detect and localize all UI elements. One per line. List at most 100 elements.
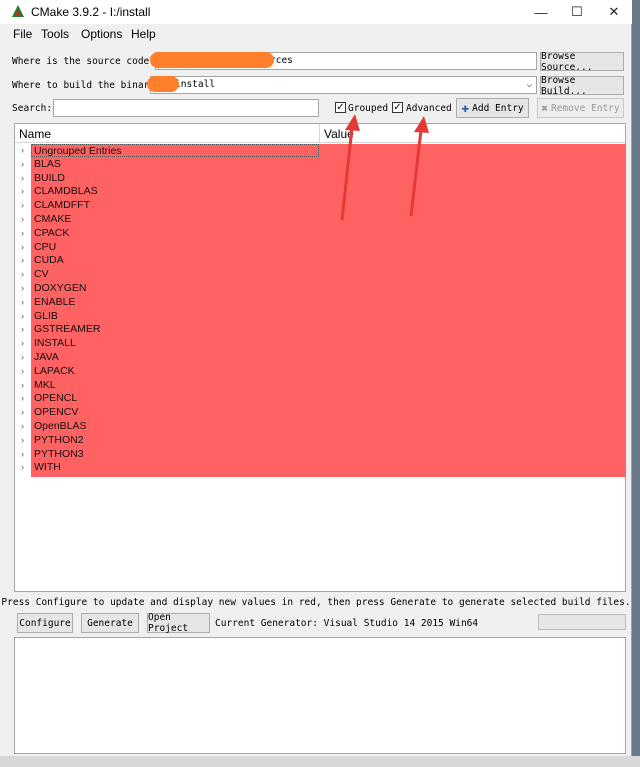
- column-name-header[interactable]: Name: [19, 127, 51, 141]
- tree-row[interactable]: › OpenBLAS: [15, 420, 625, 434]
- tree-row[interactable]: › CMAKE: [15, 213, 625, 227]
- remove-entry-label: Remove Entry: [550, 102, 620, 114]
- expand-chevron-icon[interactable]: ›: [21, 200, 24, 210]
- tree-row[interactable]: › OPENCV: [15, 406, 625, 420]
- expand-chevron-icon[interactable]: ›: [21, 393, 24, 403]
- tree-row[interactable]: › PYTHON3: [15, 448, 625, 462]
- remove-entry-button[interactable]: ✖ Remove Entry: [537, 98, 624, 118]
- expand-chevron-icon[interactable]: ›: [21, 173, 24, 183]
- tree-row-label: CMAKE: [34, 212, 72, 225]
- generate-button[interactable]: Generate: [81, 613, 139, 633]
- expand-chevron-icon[interactable]: ›: [21, 338, 24, 348]
- expand-chevron-icon[interactable]: ›: [21, 255, 24, 265]
- advanced-label: Advanced: [406, 103, 452, 114]
- tree-row[interactable]: › INSTALL: [15, 337, 625, 351]
- advanced-checkbox[interactable]: ✓: [392, 102, 403, 113]
- open-project-button[interactable]: Open Project: [147, 612, 210, 634]
- expand-chevron-icon[interactable]: ›: [21, 145, 24, 155]
- tree-row-label: ENABLE: [34, 295, 76, 308]
- build-path-combo[interactable]: install ⌵: [150, 76, 537, 94]
- title-bar: CMake 3.9.2 - I:/install — ☐ ✕: [0, 0, 632, 24]
- expand-chevron-icon[interactable]: ›: [21, 324, 24, 334]
- expand-chevron-icon[interactable]: ›: [21, 435, 24, 445]
- tree-row-label: LAPACK: [34, 364, 75, 377]
- tree-row[interactable]: › PYTHON2: [15, 434, 625, 448]
- menu-tools[interactable]: Tools: [41, 27, 69, 41]
- expand-chevron-icon[interactable]: ›: [21, 366, 24, 376]
- expand-chevron-icon[interactable]: ›: [21, 352, 24, 362]
- expand-chevron-icon[interactable]: ›: [21, 311, 24, 321]
- tree-row[interactable]: › Ungrouped Entries: [15, 144, 625, 158]
- expand-chevron-icon[interactable]: ›: [21, 380, 24, 390]
- tree-row-label: GSTREAMER: [34, 323, 101, 336]
- close-button[interactable]: ✕: [597, 0, 631, 24]
- tree-row-label: OPENCV: [34, 406, 79, 419]
- tree-row[interactable]: › BLAS: [15, 158, 625, 172]
- add-entry-button[interactable]: ✚ Add Entry: [456, 98, 529, 118]
- tree-row[interactable]: › CUDA: [15, 254, 625, 268]
- tree-row-label: OpenBLAS: [34, 419, 87, 432]
- search-input[interactable]: [53, 99, 319, 117]
- tree-row-label: OPENCL: [34, 392, 78, 405]
- expand-chevron-icon[interactable]: ›: [21, 407, 24, 417]
- tree-row[interactable]: › OPENCL: [15, 392, 625, 406]
- source-redaction: [150, 52, 274, 68]
- grouped-checkbox[interactable]: ✓: [335, 102, 346, 113]
- expand-chevron-icon[interactable]: ›: [21, 228, 24, 238]
- tree-row-label: MKL: [34, 378, 56, 391]
- expand-chevron-icon[interactable]: ›: [21, 269, 24, 279]
- build-path-value: install: [175, 79, 216, 90]
- tree-row[interactable]: › GLIB: [15, 310, 625, 324]
- tree-row[interactable]: › CV: [15, 268, 625, 282]
- tree-row[interactable]: › MKL: [15, 379, 625, 393]
- tree-row-label: CPU: [34, 240, 57, 253]
- expand-chevron-icon[interactable]: ›: [21, 297, 24, 307]
- tree-row-label: PYTHON2: [34, 433, 84, 446]
- menu-file[interactable]: File: [13, 27, 32, 41]
- tree-row-label: GLIB: [34, 309, 58, 322]
- expand-chevron-icon[interactable]: ›: [21, 283, 24, 293]
- tree-row[interactable]: › LAPACK: [15, 365, 625, 379]
- tree-row[interactable]: › BUILD: [15, 172, 625, 186]
- expand-chevron-icon[interactable]: ›: [21, 421, 24, 431]
- expand-chevron-icon[interactable]: ›: [21, 214, 24, 224]
- configure-button[interactable]: Configure: [17, 613, 73, 633]
- tree-row[interactable]: › WITH: [15, 461, 625, 475]
- tree-row-label: CPACK: [34, 226, 70, 239]
- tree-row[interactable]: › DOXYGEN: [15, 282, 625, 296]
- cache-tree[interactable]: Name Value › Ungrouped Entries › BLAS › BUILD…: [14, 123, 626, 592]
- cmake-window: CMake 3.9.2 - I:/install — ☐ ✕ File Tool…: [0, 0, 632, 767]
- tree-row-label: CLAMDBLAS: [34, 185, 98, 198]
- tree-row[interactable]: › CLAMDBLAS: [15, 185, 625, 199]
- tree-row[interactable]: › ENABLE: [15, 296, 625, 310]
- maximize-button[interactable]: ☐: [560, 0, 594, 24]
- tree-row[interactable]: › CPACK: [15, 227, 625, 241]
- plus-icon: ✚: [461, 100, 470, 116]
- column-divider[interactable]: [319, 124, 320, 143]
- expand-chevron-icon[interactable]: ›: [21, 242, 24, 252]
- tree-row[interactable]: › CPU: [15, 241, 625, 255]
- tree-row-label: BUILD: [34, 171, 65, 184]
- progress-bar: [538, 614, 626, 630]
- expand-chevron-icon[interactable]: ›: [21, 186, 24, 196]
- tree-row[interactable]: › CLAMDFFT: [15, 199, 625, 213]
- expand-chevron-icon[interactable]: ›: [21, 462, 24, 472]
- tree-row[interactable]: › GSTREAMER: [15, 323, 625, 337]
- menu-options[interactable]: Options: [81, 27, 122, 41]
- browse-build-button[interactable]: Browse Build...: [540, 75, 624, 97]
- tree-row[interactable]: › JAVA: [15, 351, 625, 365]
- expand-chevron-icon[interactable]: ›: [21, 159, 24, 169]
- source-label: Where is the source code:: [12, 56, 155, 67]
- tree-row-label: CUDA: [34, 254, 64, 267]
- output-log[interactable]: [14, 637, 626, 754]
- expand-chevron-icon[interactable]: ›: [21, 449, 24, 459]
- chevron-down-icon[interactable]: ⌵: [527, 80, 532, 90]
- column-value-header[interactable]: Value: [324, 127, 354, 141]
- tree-row-label: JAVA: [34, 350, 59, 363]
- browse-source-button[interactable]: Browse Source...: [540, 51, 624, 73]
- window-title: CMake 3.9.2 - I:/install: [31, 5, 151, 19]
- current-generator: Current Generator: Visual Studio 14 2015…: [215, 618, 479, 629]
- menu-help[interactable]: Help: [131, 27, 156, 41]
- tree-row-label: CLAMDFFT: [34, 199, 90, 212]
- minimize-button[interactable]: —: [524, 0, 558, 24]
